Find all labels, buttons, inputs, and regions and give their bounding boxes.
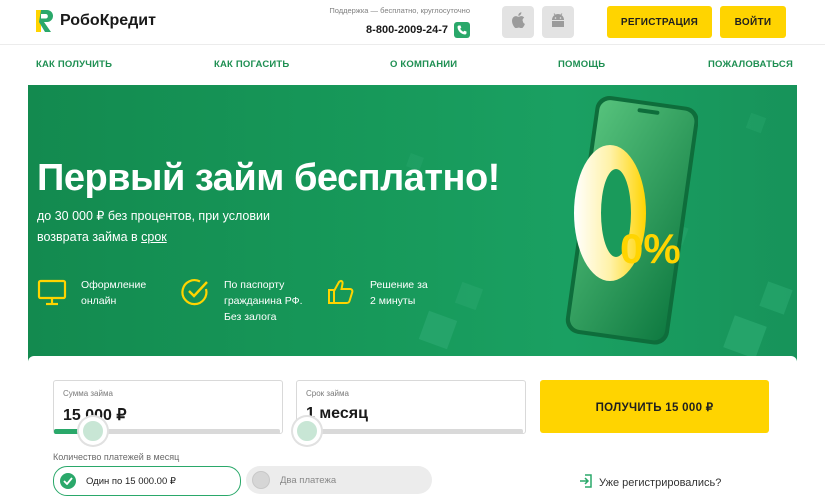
payment-option-single[interactable]: Один по 15 000.00 ₽: [53, 466, 241, 496]
support-text: Поддержка — бесплатно, круглосуточно: [329, 6, 470, 15]
loan-calculator: Сумма займа 15 000 ₽ Срок займа 1 месяц …: [28, 356, 797, 500]
feature-text: онлайн: [81, 295, 117, 307]
login-arrow-icon: [579, 474, 593, 491]
logo-mark-icon: [36, 10, 54, 32]
feature-text: Без залога: [224, 311, 277, 323]
nav-how-to-get[interactable]: КАК ПОЛУЧИТЬ: [36, 59, 112, 70]
decor-tile: [723, 315, 767, 359]
promo-phone-illustration: [548, 95, 699, 347]
brand-name: РобоКредит: [60, 12, 156, 29]
phone-icon[interactable]: [454, 22, 470, 38]
already-registered-link[interactable]: Уже регистрировались?: [579, 474, 721, 491]
feature-passport: По паспорту гражданина РФ. Без залога: [180, 277, 303, 325]
term-link[interactable]: срок: [141, 230, 167, 244]
login-button[interactable]: ВОЙТИ: [720, 6, 786, 38]
nav-complaint[interactable]: ПОЖАЛОВАТЬСЯ: [708, 59, 793, 70]
feature-text: гражданина РФ.: [224, 295, 303, 307]
hero-subtitle: до 30 000 ₽ без процентов, при условии в…: [37, 206, 307, 248]
feature-decision: Решение за 2 минуты: [326, 277, 428, 312]
check-circle-icon: [180, 277, 210, 325]
already-registered-text: Уже регистрировались?: [599, 476, 722, 489]
payment-option-label: Два платежа: [280, 474, 337, 486]
term-label: Срок займа: [306, 389, 349, 398]
term-slider-track[interactable]: [297, 429, 523, 434]
get-loan-button[interactable]: ПОЛУЧИТЬ 15 000 ₽: [540, 380, 769, 433]
amount-label: Сумма займа: [63, 389, 113, 398]
main-nav: КАК ПОЛУЧИТЬ КАК ПОГАСИТЬ О КОМПАНИИ ПОМ…: [0, 44, 825, 85]
payments-count-label: Количество платежей в месяц: [53, 452, 180, 462]
monitor-icon: [37, 277, 67, 312]
feature-online: Оформление онлайн: [37, 277, 146, 312]
site-header: РобоКредит Поддержка — бесплатно, кругло…: [0, 0, 825, 44]
apple-app-button[interactable]: [502, 6, 534, 38]
decor-tile: [454, 281, 484, 311]
term-field[interactable]: Срок займа 1 месяц: [296, 380, 526, 434]
hero-title: Первый займ бесплатно!: [37, 157, 500, 199]
feature-text: Решение за: [370, 279, 428, 291]
apple-icon: [511, 11, 525, 33]
term-slider-thumb[interactable]: [293, 417, 321, 445]
nav-how-to-repay[interactable]: КАК ПОГАСИТЬ: [214, 59, 289, 70]
amount-slider-thumb[interactable]: [79, 417, 107, 445]
decor-tile: [418, 310, 458, 350]
decor-tile: [759, 281, 793, 315]
thumbs-up-icon: [326, 277, 356, 312]
phone-number[interactable]: 8-800-2009-24-7: [366, 24, 448, 36]
feature-text: Оформление: [81, 279, 147, 291]
logo[interactable]: РобоКредит: [36, 10, 156, 32]
radio-icon: [252, 471, 270, 489]
android-app-button[interactable]: [542, 6, 574, 38]
check-icon: [60, 473, 76, 489]
nav-help[interactable]: ПОМОЩЬ: [558, 59, 605, 70]
hero-banner: Первый займ бесплатно! до 30 000 ₽ без п…: [28, 85, 797, 385]
android-icon: [550, 12, 566, 32]
support-block: Поддержка — бесплатно, круглосуточно 8-8…: [310, 6, 470, 38]
percent-sign: 0%: [620, 225, 681, 272]
payment-option-label: Один по 15 000.00 ₽: [86, 475, 176, 487]
register-button[interactable]: РЕГИСТРАЦИЯ: [607, 6, 712, 38]
nav-about[interactable]: О КОМПАНИИ: [390, 59, 457, 70]
payment-option-double[interactable]: Два платежа: [246, 466, 432, 494]
decor-tile: [745, 112, 767, 134]
feature-text: По паспорту: [224, 279, 285, 291]
feature-text: 2 минуты: [370, 295, 416, 307]
